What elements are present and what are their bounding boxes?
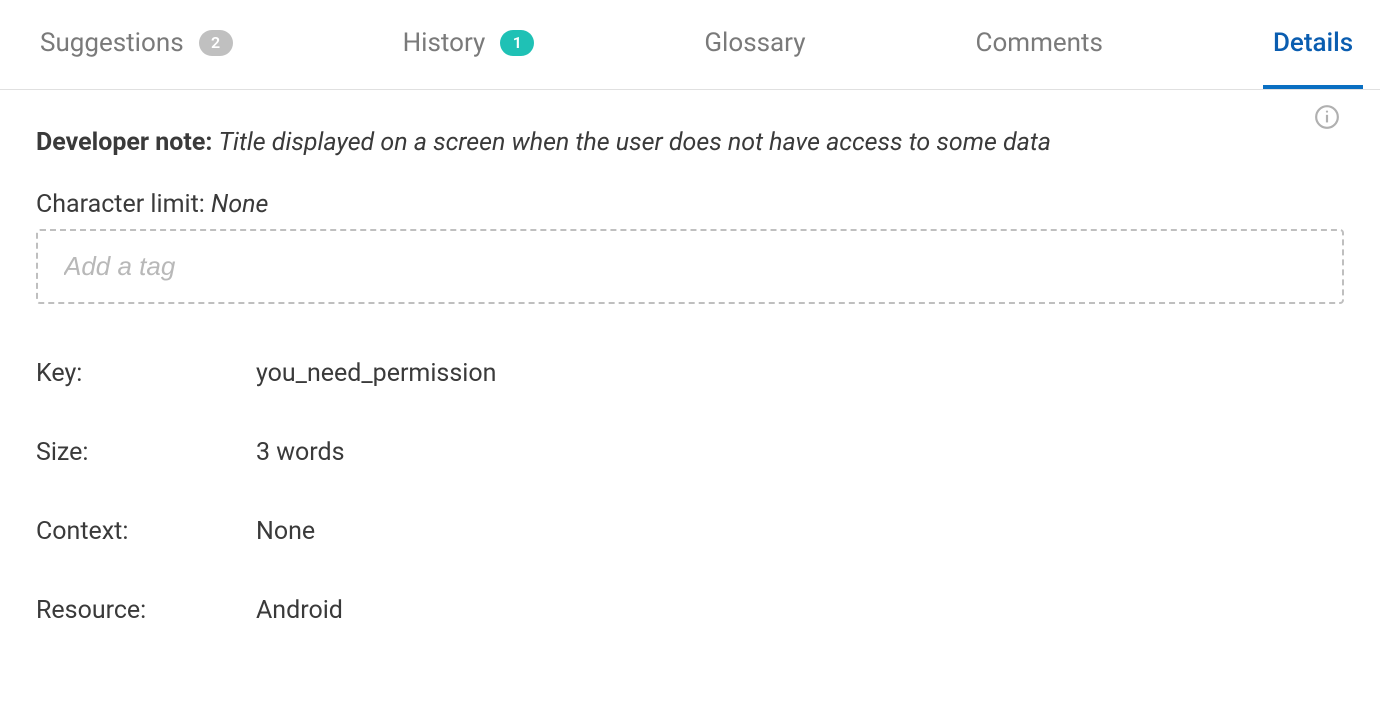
meta-resource-label: Resource:: [36, 596, 256, 625]
tab-suggestions[interactable]: Suggestions 2: [30, 0, 243, 89]
developer-note: Developer note: Title displayed on a scr…: [36, 125, 1344, 160]
tab-comments-label: Comments: [976, 28, 1103, 58]
tab-bar: Suggestions 2 History 1 Glossary Comment…: [0, 0, 1380, 90]
meta-key-label: Key:: [36, 359, 256, 388]
tab-glossary[interactable]: Glossary: [694, 0, 815, 89]
meta-size-label: Size:: [36, 438, 256, 467]
developer-note-label: Developer note:: [36, 128, 212, 157]
tab-history[interactable]: History 1: [393, 0, 545, 89]
metadata-grid: Key: you_need_permission Size: 3 words C…: [36, 359, 1344, 625]
info-icon[interactable]: [1314, 104, 1340, 130]
tag-container[interactable]: [36, 229, 1344, 304]
tab-history-label: History: [403, 28, 486, 58]
tab-details-label: Details: [1273, 28, 1353, 58]
meta-key-value: you_need_permission: [256, 359, 1344, 388]
tab-details[interactable]: Details: [1263, 0, 1363, 89]
meta-size-value: 3 words: [256, 438, 1344, 467]
tab-comments[interactable]: Comments: [966, 0, 1113, 89]
tab-suggestions-badge: 2: [199, 30, 233, 56]
tab-history-badge: 1: [500, 30, 534, 56]
meta-resource-value: Android: [256, 596, 1344, 625]
tab-glossary-label: Glossary: [704, 28, 805, 58]
tab-suggestions-label: Suggestions: [40, 28, 184, 58]
character-limit-value: None: [211, 190, 268, 219]
developer-note-text: Title displayed on a screen when the use…: [219, 128, 1051, 157]
meta-context-label: Context:: [36, 517, 256, 546]
details-panel: Developer note: Title displayed on a scr…: [0, 90, 1380, 665]
character-limit-label: Character limit:: [36, 190, 211, 219]
character-limit: Character limit: None: [36, 190, 1344, 219]
tag-input[interactable]: [64, 251, 1316, 282]
meta-context-value: None: [256, 517, 1344, 546]
